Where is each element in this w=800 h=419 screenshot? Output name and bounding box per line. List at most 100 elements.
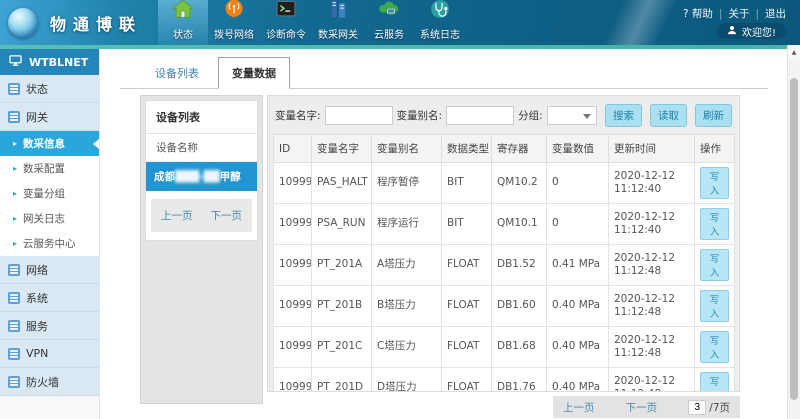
write-button[interactable]: 写入: [700, 167, 729, 199]
next-page-link[interactable]: 下一页: [626, 400, 658, 415]
brand-logo: 物通博联: [8, 0, 142, 45]
logout-link[interactable]: 退出: [765, 6, 786, 21]
search-button[interactable]: 搜索: [605, 104, 642, 127]
dial-network-icon: [223, 0, 245, 24]
cell-name: PT_201C: [312, 327, 372, 368]
cell-alias: D塔压力: [372, 368, 442, 393]
group-select[interactable]: [547, 106, 597, 125]
sidebar-item[interactable]: VPN: [0, 340, 99, 368]
sidebar-subitem[interactable]: ▸ 数采配置: [0, 156, 99, 181]
nav-item-cloud-service[interactable]: 云服务: [364, 0, 414, 45]
cell-name: PSA_RUN: [312, 204, 372, 245]
sidebar-item[interactable]: 状态: [0, 75, 99, 103]
device-prev-page-link[interactable]: 上一页: [161, 208, 193, 223]
caret-right-icon: ▸: [13, 164, 17, 173]
caret-right-icon: ▸: [13, 214, 17, 223]
welcome-badge[interactable]: 欢迎您!: [717, 23, 786, 39]
table-row: 109992 PSA_RUN 程序运行 BIT QM10.1 0 2020-12…: [274, 204, 735, 245]
col-action: 操作: [695, 135, 735, 163]
nav-item-status[interactable]: 状态: [158, 0, 208, 45]
sidebar-item[interactable]: 网络: [0, 256, 99, 284]
cell-value: 0.40 MPa: [547, 286, 609, 327]
col-updated: 更新时间: [609, 135, 695, 163]
write-button[interactable]: 写入: [700, 208, 729, 240]
prev-page-link[interactable]: 上一页: [563, 400, 595, 415]
menu-list-icon: [8, 83, 20, 95]
selected-device[interactable]: 成都███-██甲醇: [146, 162, 257, 191]
cell-action: 写入: [695, 163, 735, 204]
write-button[interactable]: 写入: [700, 372, 729, 392]
nav-item-data-gateway[interactable]: 数采网关: [312, 0, 364, 45]
cell-updated: 2020-12-12 11:12:40: [609, 204, 695, 245]
read-button[interactable]: 读取: [650, 104, 687, 127]
variable-table-body: 109991 PAS_HALT 程序暂停 BIT QM10.2 0 2020-1…: [274, 163, 735, 393]
sidebar-item-label: 防火墙: [26, 374, 59, 390]
cell-action: 写入: [695, 245, 735, 286]
menu-list-icon: [8, 264, 20, 276]
sidebar-item[interactable]: 服务: [0, 312, 99, 340]
brand-name: 物通博联: [50, 11, 142, 35]
col-alias: 变量别名: [372, 135, 442, 163]
sidebar-subitem[interactable]: ▸ 云服务中心: [0, 231, 99, 256]
sidebar-subitem-label: 变量分组: [23, 186, 65, 201]
sidebar-item-label: 状态: [26, 81, 48, 97]
refresh-button[interactable]: 刷新: [695, 104, 732, 127]
col-name: 变量名字: [312, 135, 372, 163]
variable-name-label: 变量名字:: [275, 108, 321, 123]
home-icon: [172, 0, 194, 24]
write-button[interactable]: 写入: [700, 331, 729, 363]
tab-device-list[interactable]: 设备列表: [142, 58, 212, 88]
sidebar-subitem[interactable]: ▸ 网关日志: [0, 206, 99, 231]
page-scrollbar[interactable]: ▲: [787, 45, 800, 419]
write-button[interactable]: 写入: [700, 249, 729, 281]
cell-id: 109992: [274, 204, 312, 245]
cell-action: 写入: [695, 204, 735, 245]
sidebar-item[interactable]: 防火墙: [0, 368, 99, 396]
cell-value: 0: [547, 163, 609, 204]
nav-item-diagnostic-command[interactable]: 诊断命令: [260, 0, 312, 45]
help-link[interactable]: ? 帮助: [683, 6, 713, 21]
sidebar-subitem[interactable]: ▸ 变量分组: [0, 181, 99, 206]
cell-updated: 2020-12-12 11:12:48: [609, 368, 695, 393]
variable-name-input[interactable]: [325, 106, 393, 125]
cell-alias: B塔压力: [372, 286, 442, 327]
cell-register: QM10.2: [492, 163, 547, 204]
link-separator: |: [719, 8, 723, 20]
menu-list-icon: [8, 111, 20, 123]
cell-value: 0.40 MPa: [547, 327, 609, 368]
sidebar-title-text: WTBLNET: [29, 56, 88, 69]
menu-list-icon: [8, 376, 20, 388]
write-button[interactable]: 写入: [700, 290, 729, 322]
table-row: 109996 PT_201B B塔压力 FLOAT DB1.60 0.40 MP…: [274, 286, 735, 327]
device-next-page-link[interactable]: 下一页: [211, 208, 243, 223]
col-register: 寄存器: [492, 135, 547, 163]
device-name-suffix: 甲醇: [220, 171, 241, 183]
tab-bar: 设备列表 变量数据: [120, 58, 768, 89]
about-link[interactable]: 关于: [728, 6, 749, 21]
cell-id: 109998: [274, 368, 312, 393]
sidebar-item[interactable]: 网关: [0, 103, 99, 131]
top-nav: 状态 拨号网络 诊断命令 数采网关 云服务: [158, 0, 466, 45]
cell-action: 写入: [695, 327, 735, 368]
cell-updated: 2020-12-12 11:12:48: [609, 245, 695, 286]
scrollbar-thumb[interactable]: [790, 78, 798, 400]
variable-table-panel: 变量名字: 变量别名: 分组: 搜索 读取 刷新 ID 变量名字 变量别名 数据…: [267, 95, 740, 392]
cell-alias: 程序运行: [372, 204, 442, 245]
sidebar-subitem[interactable]: ▸ 数采信息: [0, 131, 99, 156]
device-panel-title: 设备列表: [146, 101, 257, 134]
cell-name: PT_201B: [312, 286, 372, 327]
sidebar-item[interactable]: 系统: [0, 284, 99, 312]
top-bar: 物通博联 状态 拨号网络 诊断命令 数采网关: [0, 0, 800, 45]
cell-register: DB1.68: [492, 327, 547, 368]
variable-alias-input[interactable]: [446, 106, 514, 125]
table-row: 109998 PT_201D D塔压力 FLOAT DB1.76 0.40 MP…: [274, 368, 735, 393]
nav-item-dial-network[interactable]: 拨号网络: [208, 0, 260, 45]
tab-variable-data[interactable]: 变量数据: [218, 57, 290, 89]
table-row: 109991 PAS_HALT 程序暂停 BIT QM10.2 0 2020-1…: [274, 163, 735, 204]
nav-item-system-log[interactable]: 系统日志: [414, 0, 466, 45]
sidebar-group-bottom: 网络 系统 服务 VPN 防火墙: [0, 256, 99, 396]
page-number-input[interactable]: [688, 400, 706, 415]
main-content: 设备列表 变量数据 设备列表 设备名称 成都███-██甲醇 上一页 下一页 变…: [100, 49, 787, 419]
scrollbar-up-arrow-icon[interactable]: ▲: [788, 45, 800, 59]
cell-alias: 程序暂停: [372, 163, 442, 204]
